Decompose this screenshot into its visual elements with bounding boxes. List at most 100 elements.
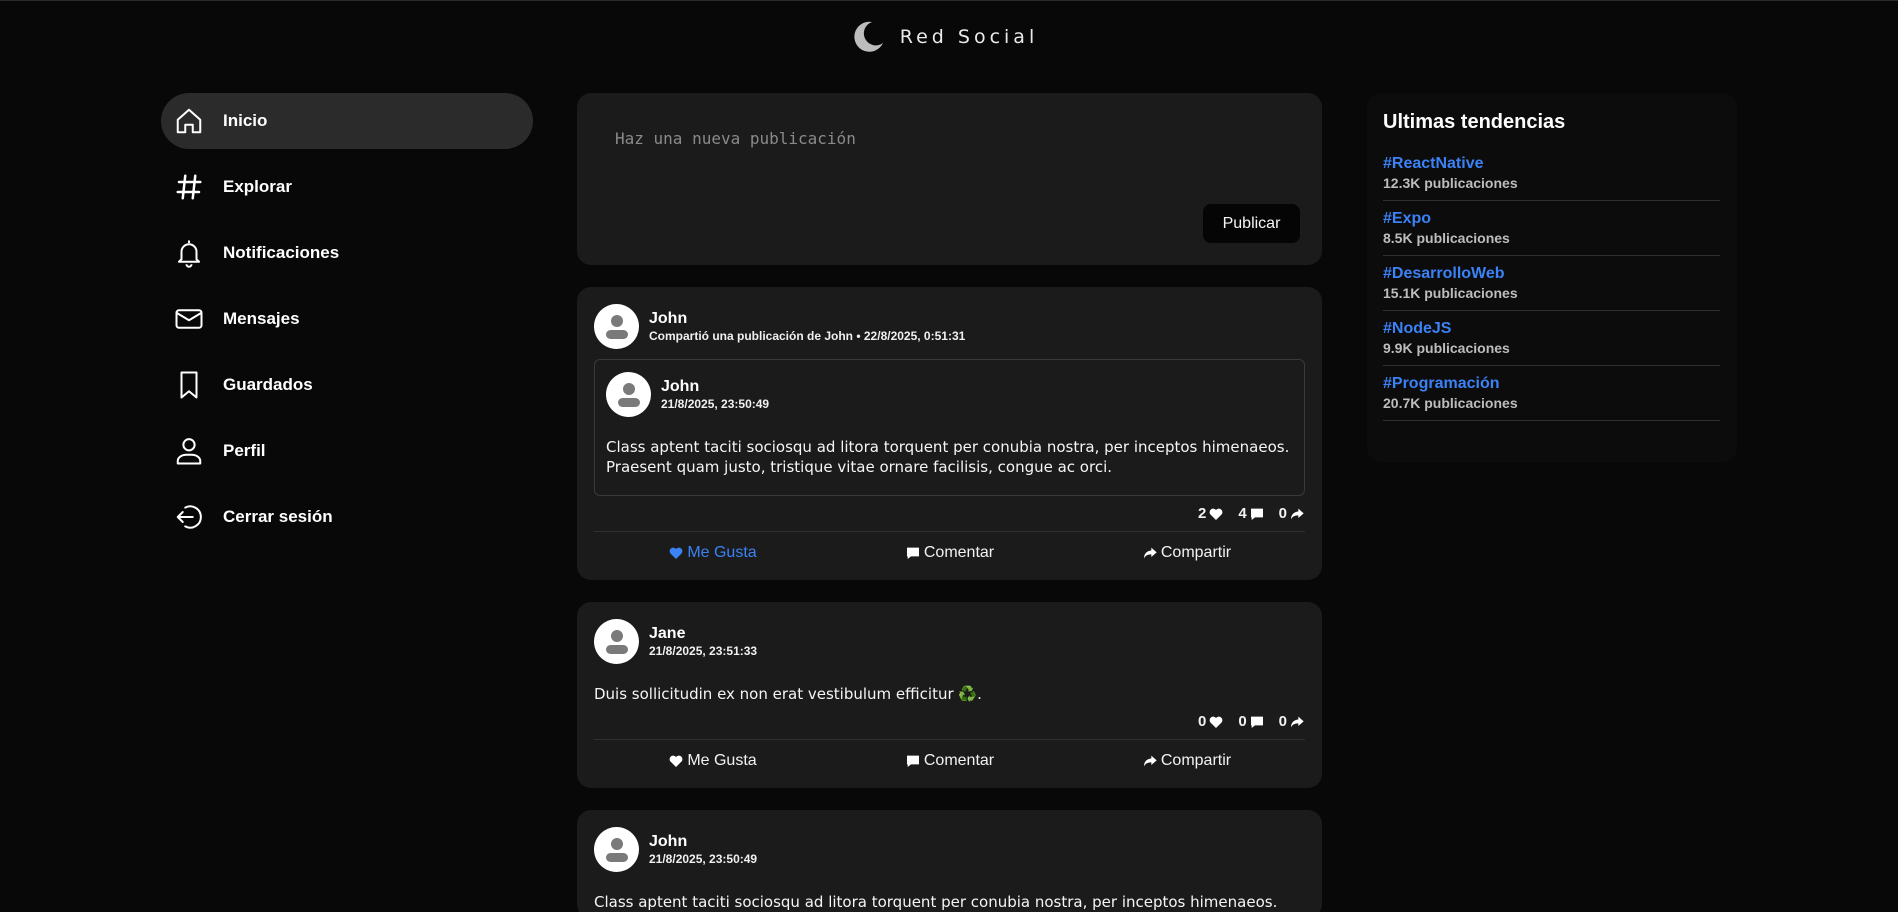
post-actions: Me Gusta Comentar Compartir	[594, 740, 1305, 782]
comment-icon	[906, 547, 919, 559]
new-post-input[interactable]	[615, 129, 1275, 148]
sidebar-item-perfil[interactable]: Perfil	[161, 423, 533, 479]
app-title: Red Social	[899, 26, 1039, 48]
share-button[interactable]: Compartir	[1068, 752, 1305, 770]
sidebar-item-cerrar-sesion[interactable]: Cerrar sesión	[161, 489, 533, 545]
share-count: 0	[1279, 713, 1305, 730]
like-count: 0	[1198, 713, 1224, 730]
post-author[interactable]: John	[649, 309, 965, 328]
sidebar-item-label: Guardados	[223, 375, 313, 394]
share-icon	[1143, 547, 1157, 559]
share-icon	[1143, 755, 1157, 767]
sidebar-item-explorar[interactable]: Explorar	[161, 159, 533, 215]
post-meta: Compartió una publicación de John • 22/8…	[649, 328, 966, 343]
avatar[interactable]	[594, 826, 639, 872]
post-header: John 21/8/2025, 23:50:49	[594, 826, 1305, 872]
trend-item[interactable]: #Programación 20.7K publicaciones	[1383, 370, 1720, 421]
avatar[interactable]	[594, 303, 639, 349]
trends-title: Ultimas tendencias	[1383, 111, 1566, 133]
share-icon	[1291, 508, 1304, 519]
home-icon	[173, 105, 205, 137]
user-avatar-icon	[605, 630, 628, 654]
trend-count: 12.3K publicaciones	[1383, 175, 1518, 191]
like-label: Me Gusta	[687, 752, 757, 769]
like-button[interactable]: Me Gusta	[594, 752, 831, 770]
sidebar-item-label: Explorar	[223, 177, 292, 196]
brand[interactable]: Red Social	[850, 19, 1038, 55]
bell-icon	[173, 237, 205, 269]
post-author[interactable]: John	[649, 832, 757, 851]
trend-count: 15.1K publicaciones	[1383, 285, 1518, 301]
trend-item[interactable]: #ReactNative 12.3K publicaciones	[1383, 150, 1720, 201]
post-actions: Me Gusta Comentar Compartir	[594, 532, 1305, 574]
comment-button[interactable]: Comentar	[831, 752, 1068, 770]
trend-count: 8.5K publicaciones	[1383, 230, 1510, 246]
like-count: 2	[1198, 505, 1224, 522]
sidebar-item-guardados[interactable]: Guardados	[161, 357, 533, 413]
trend-tag[interactable]: #ReactNative	[1383, 154, 1720, 174]
post-author[interactable]: Jane	[649, 624, 757, 643]
trend-tag[interactable]: #Expo	[1383, 209, 1720, 229]
logout-icon	[173, 501, 205, 533]
avatar[interactable]	[606, 371, 651, 417]
heart-icon	[1209, 508, 1223, 520]
comment-count: 0	[1238, 713, 1264, 730]
trend-item[interactable]: #DesarrolloWeb 15.1K publicaciones	[1383, 260, 1720, 311]
shared-post[interactable]: John 21/8/2025, 23:50:49 Class aptent ta…	[594, 359, 1305, 496]
comment-button[interactable]: Comentar	[831, 544, 1068, 562]
post-text: Duis sollicitudin ex non erat vestibulum…	[594, 685, 982, 703]
mail-icon	[173, 303, 205, 335]
heart-icon	[669, 547, 683, 559]
trend-count: 9.9K publicaciones	[1383, 340, 1510, 356]
trend-tag[interactable]: #DesarrolloWeb	[1383, 264, 1720, 284]
sidebar-item-notificaciones[interactable]: Notificaciones	[161, 225, 533, 281]
publish-button[interactable]: Publicar	[1203, 204, 1300, 243]
sidebar-item-label: Inicio	[223, 111, 268, 130]
trend-tag[interactable]: #NodeJS	[1383, 319, 1720, 339]
heart-icon	[669, 755, 683, 767]
sidebar-nav: Inicio Explorar Notificaciones Mensajes …	[161, 93, 533, 555]
comment-icon	[1250, 716, 1263, 728]
user-avatar-icon	[617, 383, 640, 407]
share-label: Compartir	[1160, 752, 1232, 769]
comment-icon	[906, 755, 919, 767]
trends-panel: Ultimas tendencias #ReactNative 12.3K pu…	[1367, 93, 1737, 462]
shared-post-date: 21/8/2025, 23:50:49	[661, 396, 770, 411]
like-button[interactable]: Me Gusta	[594, 544, 831, 562]
composer: Publicar	[577, 93, 1322, 265]
share-icon	[1291, 716, 1304, 727]
sidebar-item-inicio[interactable]: Inicio	[161, 93, 533, 149]
post-header: Jane 21/8/2025, 23:51:33	[594, 618, 1305, 664]
user-avatar-icon	[605, 838, 628, 862]
post-stats: 2 4 0	[594, 496, 1305, 532]
share-button[interactable]: Compartir	[1068, 544, 1305, 562]
shared-post-author[interactable]: John	[661, 377, 769, 396]
shared-post-header: John 21/8/2025, 23:50:49	[606, 371, 1293, 417]
trend-tag[interactable]: #Programación	[1383, 374, 1720, 394]
post-stats: 0 0 0	[594, 704, 1305, 740]
sidebar-item-label: Cerrar sesión	[223, 507, 333, 526]
sidebar-item-label: Mensajes	[223, 309, 300, 328]
comment-label: Comentar	[923, 544, 995, 561]
post-meta: 21/8/2025, 23:51:33	[649, 643, 758, 658]
post-card: John Compartió una publicación de John •…	[577, 287, 1322, 580]
avatar[interactable]	[594, 618, 639, 664]
trend-item[interactable]: #NodeJS 9.9K publicaciones	[1383, 315, 1720, 366]
hashtag-icon	[173, 171, 205, 203]
sidebar-item-mensajes[interactable]: Mensajes	[161, 291, 533, 347]
trend-item[interactable]: #Expo 8.5K publicaciones	[1383, 205, 1720, 256]
post-card: John 21/8/2025, 23:50:49 Class aptent ta…	[577, 810, 1322, 912]
sidebar-item-label: Perfil	[223, 441, 266, 460]
comment-count: 4	[1238, 505, 1264, 522]
post-meta: 21/8/2025, 23:50:49	[649, 851, 758, 866]
heart-icon	[1209, 716, 1223, 728]
moon-icon	[854, 21, 883, 52]
share-count: 0	[1279, 505, 1305, 522]
post-header: John Compartió una publicación de John •…	[594, 303, 1305, 349]
post-text: Class aptent taciti sociosqu ad litora t…	[594, 893, 1278, 911]
feed: Publicar John Compartió una publicación …	[577, 93, 1322, 912]
user-icon	[173, 435, 205, 467]
like-label: Me Gusta	[687, 544, 757, 561]
bookmark-icon	[173, 369, 205, 401]
trend-count: 20.7K publicaciones	[1383, 395, 1518, 411]
